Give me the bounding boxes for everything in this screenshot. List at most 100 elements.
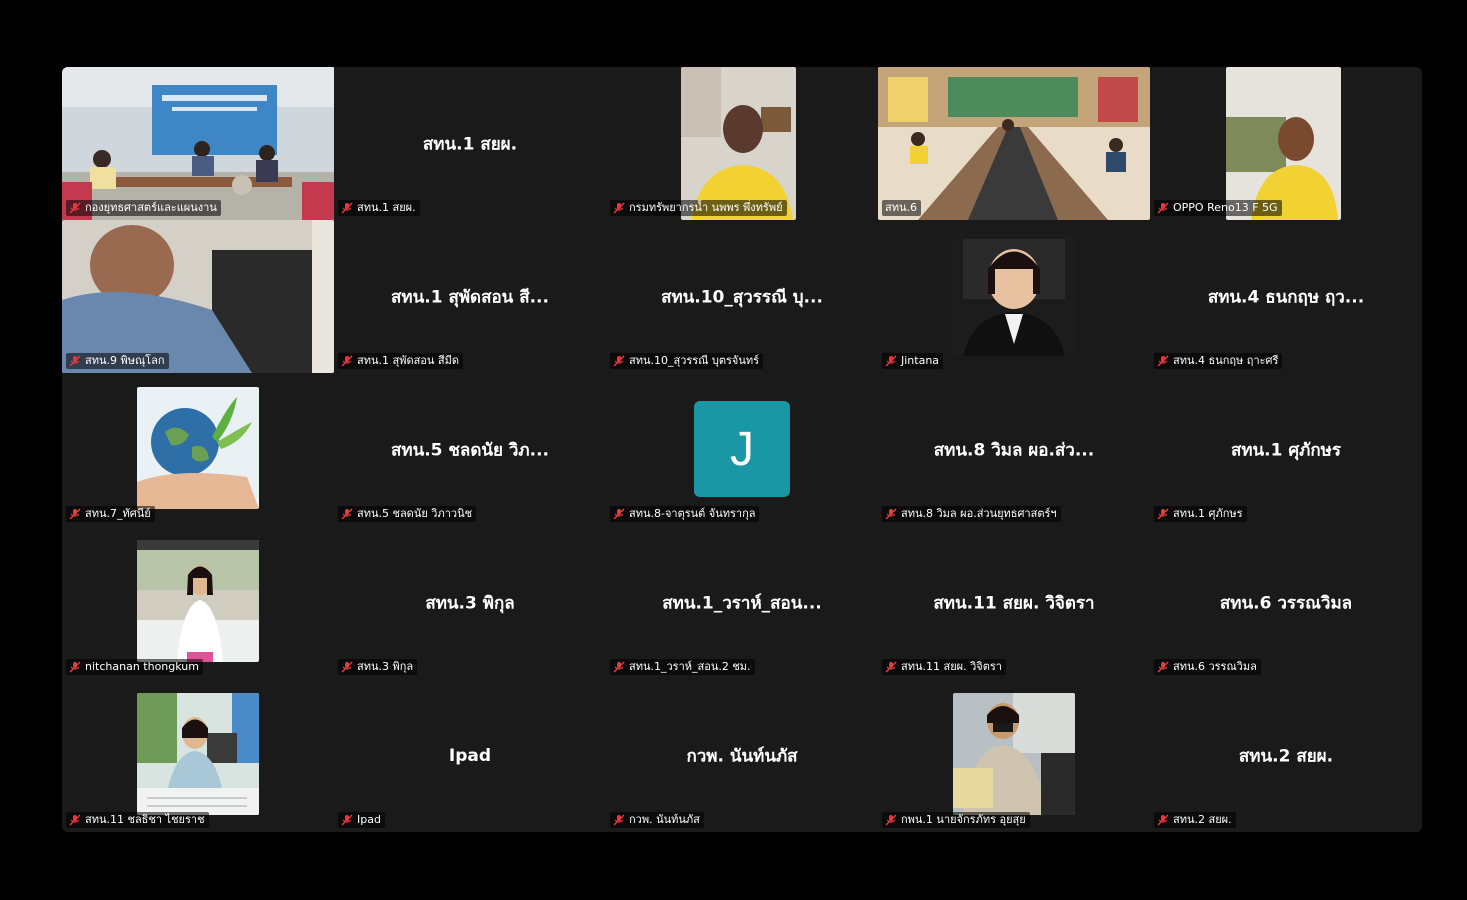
participant-video bbox=[1226, 67, 1341, 220]
participant-name-label: กองยุทธศาสตร์และแผนงาน bbox=[66, 200, 221, 216]
participant-tile[interactable]: nitchanan thongkum bbox=[62, 526, 334, 679]
participant-name-label: Ipad bbox=[338, 812, 385, 828]
mic-muted-icon bbox=[69, 355, 81, 367]
participant-name: สทน.8-จาตุรนต์ จันทรากุล bbox=[629, 507, 756, 520]
participant-name: สทน.3 พิกุล bbox=[357, 660, 414, 673]
mic-muted-icon bbox=[1157, 508, 1169, 520]
mic-muted-icon bbox=[885, 355, 897, 367]
participant-display-name: สทน.1 สยผ. bbox=[422, 134, 518, 154]
participant-name-label: สทน.5 ชลดนัย วิภาวนิช bbox=[338, 506, 477, 522]
participant-name: สทน.4 ธนกฤษ ฤาะศรี bbox=[1173, 354, 1279, 367]
mic-muted-icon bbox=[341, 661, 353, 673]
participant-tile[interactable]: สทน.5 ชลดนัย วิภ... สทน.5 ชลดนัย วิภาวนิ… bbox=[334, 373, 606, 526]
participant-video bbox=[681, 67, 796, 220]
participant-name-label: สทน.4 ธนกฤษ ฤาะศรี bbox=[1154, 353, 1283, 369]
participant-name: กพน.1 นายจักรภัทร อุยสุย bbox=[901, 813, 1026, 826]
participant-name: OPPO Reno13 F 5G bbox=[1173, 201, 1278, 214]
participant-tile[interactable]: OPPO Reno13 F 5G bbox=[1150, 67, 1422, 220]
mic-muted-icon bbox=[341, 508, 353, 520]
mic-muted-icon bbox=[613, 202, 625, 214]
participant-name-label: สทน.3 พิกุล bbox=[338, 659, 418, 675]
participant-display-name: สทน.5 ชลดนัย วิภ... bbox=[390, 440, 550, 460]
participant-tile[interactable]: กพน.1 นายจักรภัทร อุยสุย bbox=[878, 679, 1150, 832]
participant-display-name: สทน.2 สยผ. bbox=[1238, 746, 1334, 766]
mic-muted-icon bbox=[69, 661, 81, 673]
mic-muted-icon bbox=[885, 661, 897, 673]
participant-tile[interactable]: สทน.6 bbox=[878, 67, 1150, 220]
mic-muted-icon bbox=[613, 814, 625, 826]
participant-name: Jintana bbox=[901, 354, 940, 367]
participant-tile[interactable]: สทน.4 ธนกฤษ ฤว... สทน.4 ธนกฤษ ฤาะศรี bbox=[1150, 220, 1422, 373]
mic-muted-icon bbox=[613, 661, 625, 673]
participant-name-label: กวพ. นันท์นภัส bbox=[610, 812, 704, 828]
participant-display-name: สทน.4 ธนกฤษ ฤว... bbox=[1207, 287, 1365, 307]
video-grid: กองยุทธศาสตร์และแผนงาน สทน.1 สยผ. สทน.1 … bbox=[62, 67, 1422, 832]
participant-name-label: nitchanan thongkum bbox=[66, 659, 203, 675]
participant-display-name: กวพ. นันท์นภัส bbox=[686, 746, 798, 766]
participant-name: สทน.5 ชลดนัย วิภาวนิช bbox=[357, 507, 473, 520]
mic-muted-icon bbox=[613, 508, 625, 520]
participant-name: สทน.11 ชลธิชา ไชยราช bbox=[85, 813, 205, 826]
participant-name: สทน.8 วิมล ผอ.ส่วนยุทธศาสตร์ฯ bbox=[901, 507, 1057, 520]
participant-name: สทน.7_ทัศนีย์ bbox=[85, 507, 151, 520]
participant-name-label: สทน.10_สุวรรณี บุตรจันทร์ bbox=[610, 353, 764, 369]
participant-image bbox=[953, 234, 1075, 356]
participant-display-name: Ipad bbox=[448, 745, 492, 766]
participant-name: กองยุทธศาสตร์และแผนงาน bbox=[85, 201, 217, 214]
mic-muted-icon bbox=[885, 508, 897, 520]
mic-muted-icon bbox=[1157, 814, 1169, 826]
participant-name: สทน.9 พิษณุโลก bbox=[85, 354, 165, 367]
participant-name-label: สทน.1 ศุภักษร bbox=[1154, 506, 1247, 522]
mic-muted-icon bbox=[885, 814, 897, 826]
participant-display-name: สทน.11 สยผ. วิจิตรา bbox=[933, 593, 1095, 613]
participant-tile[interactable]: สทน.8 วิมล ผอ.ส่ว... สทน.8 วิมล ผอ.ส่วนย… bbox=[878, 373, 1150, 526]
participant-tile[interactable]: สทน.6 วรรณวิมล สทน.6 วรรณวิมล bbox=[1150, 526, 1422, 679]
participant-tile[interactable]: สทน.1 สยผ. สทน.1 สยผ. bbox=[334, 67, 606, 220]
participant-display-name: สทน.3 พิกุล bbox=[425, 593, 515, 613]
participant-name-label: สทน.11 ชลธิชา ไชยราช bbox=[66, 812, 209, 828]
participant-display-name: สทน.8 วิมล ผอ.ส่ว... bbox=[933, 440, 1095, 460]
participant-name-label: สทน.6 วรรณวิมล bbox=[1154, 659, 1261, 675]
participant-tile[interactable]: กองยุทธศาสตร์และแผนงาน bbox=[62, 67, 334, 220]
participant-avatar: J bbox=[694, 401, 790, 497]
participant-name-label: สทน.1_วราห์_สอน.2 ชม. bbox=[610, 659, 755, 675]
participant-tile[interactable]: สทน.11 ชลธิชา ไชยราช bbox=[62, 679, 334, 832]
participant-tile[interactable]: กวพ. นันท์นภัส กวพ. นันท์นภัส bbox=[606, 679, 878, 832]
participant-name: สทน.1_วราห์_สอน.2 ชม. bbox=[629, 660, 751, 673]
participant-name-label: สทน.8-จาตุรนต์ จันทรากุล bbox=[610, 506, 760, 522]
participant-name-label: สทน.9 พิษณุโลก bbox=[66, 353, 169, 369]
participant-name-label: OPPO Reno13 F 5G bbox=[1154, 200, 1282, 216]
participant-tile[interactable]: J สทน.8-จาตุรนต์ จันทรากุล bbox=[606, 373, 878, 526]
participant-tile[interactable]: สทน.1 ศุภักษร สทน.1 ศุภักษร bbox=[1150, 373, 1422, 526]
participant-name: Ipad bbox=[357, 813, 381, 826]
participant-image bbox=[137, 540, 259, 662]
participant-tile[interactable]: สทน.2 สยผ. สทน.2 สยผ. bbox=[1150, 679, 1422, 832]
participant-tile[interactable]: Ipad Ipad bbox=[334, 679, 606, 832]
participant-tile[interactable]: สทน.11 สยผ. วิจิตรา สทน.11 สยผ. วิจิตรา bbox=[878, 526, 1150, 679]
participant-name: สทน.6 วรรณวิมล bbox=[1173, 660, 1257, 673]
participant-tile[interactable]: สทน.1 สุพัดสอน สี... สทน.1 สุพัดสอน สีมี… bbox=[334, 220, 606, 373]
participant-image bbox=[137, 693, 259, 815]
participant-tile[interactable]: สทน.10_สุวรรณี บุ... สทน.10_สุวรรณี บุตร… bbox=[606, 220, 878, 373]
participant-name: กรมทรัพยากรน้ำ นพพร พึ่งทรัพย์ bbox=[629, 201, 783, 214]
participant-tile[interactable]: สทน.9 พิษณุโลก bbox=[62, 220, 334, 373]
participant-display-name: สทน.1_วราห์_สอน... bbox=[662, 593, 822, 613]
participant-tile[interactable]: Jintana bbox=[878, 220, 1150, 373]
mic-muted-icon bbox=[1157, 661, 1169, 673]
participant-name-label: สทน.2 สยผ. bbox=[1154, 812, 1236, 828]
participant-name-label: สทน.7_ทัศนีย์ bbox=[66, 506, 155, 522]
participant-tile[interactable]: สทน.3 พิกุล สทน.3 พิกุล bbox=[334, 526, 606, 679]
participant-tile[interactable]: สทน.1_วราห์_สอน... สทน.1_วราห์_สอน.2 ชม. bbox=[606, 526, 878, 679]
mic-muted-icon bbox=[69, 508, 81, 520]
participant-name-label: Jintana bbox=[882, 353, 944, 369]
participant-video bbox=[62, 220, 334, 373]
participant-name: สทน.1 สยผ. bbox=[357, 201, 416, 214]
participant-name-label: สทน.8 วิมล ผอ.ส่วนยุทธศาสตร์ฯ bbox=[882, 506, 1061, 522]
participant-display-name: สทน.1 ศุภักษร bbox=[1230, 440, 1342, 460]
participant-tile[interactable]: สทน.7_ทัศนีย์ bbox=[62, 373, 334, 526]
mic-muted-icon bbox=[341, 814, 353, 826]
participant-image bbox=[137, 387, 259, 509]
participant-display-name: สทน.1 สุพัดสอน สี... bbox=[391, 287, 549, 307]
participant-tile[interactable]: กรมทรัพยากรน้ำ นพพร พึ่งทรัพย์ bbox=[606, 67, 878, 220]
participant-name-label: กพน.1 นายจักรภัทร อุยสุย bbox=[882, 812, 1030, 828]
